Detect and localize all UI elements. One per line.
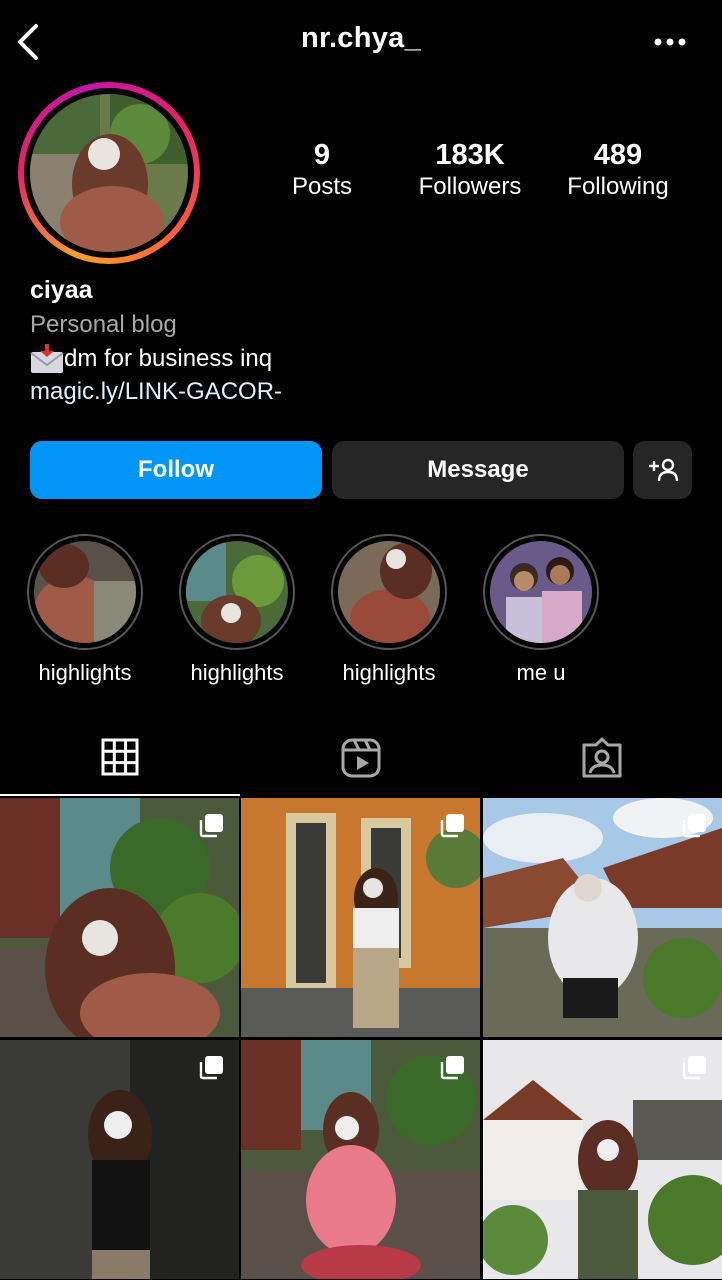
posts-count: 9 — [313, 139, 331, 171]
avatar — [30, 94, 188, 252]
highlight-label: me u — [516, 660, 566, 685]
posts-label: Posts — [291, 173, 353, 200]
more-options-button[interactable] — [648, 30, 692, 54]
highlight-item[interactable]: highlights — [329, 534, 449, 686]
post-thumbnail[interactable] — [241, 1040, 480, 1279]
following-count: 489 — [593, 139, 643, 171]
more-icon — [654, 38, 686, 46]
bio-text: dm for business inq — [64, 345, 273, 372]
highlight-item[interactable]: me u — [481, 534, 601, 686]
avatar-story-ring[interactable] — [18, 82, 200, 264]
followers-label: Followers — [418, 173, 522, 200]
post-thumbnail[interactable] — [241, 798, 480, 1037]
posts-stat[interactable]: 9 Posts — [247, 138, 397, 202]
highlight-item[interactable]: highlights — [177, 534, 297, 686]
follow-button[interactable]: Follow — [30, 441, 322, 499]
post-thumbnail[interactable] — [483, 1040, 722, 1279]
multiple-photos-icon — [440, 814, 464, 838]
post-thumbnail[interactable] — [0, 798, 239, 1037]
highlight-cover — [186, 541, 288, 643]
multiple-photos-icon — [682, 814, 706, 838]
grid-icon — [101, 738, 139, 776]
tagged-icon — [582, 737, 622, 778]
highlight-cover — [338, 541, 440, 643]
multiple-photos-icon — [199, 814, 223, 838]
multiple-photos-icon — [682, 1056, 706, 1080]
highlight-label: highlights — [342, 660, 436, 685]
profile-bio: dm for business inq — [30, 344, 272, 374]
tab-posts-grid[interactable] — [0, 720, 240, 796]
followers-stat[interactable]: 183K Followers — [395, 138, 545, 202]
multiple-photos-icon — [199, 1056, 223, 1080]
post-thumbnail[interactable] — [0, 1040, 239, 1279]
highlight-label: highlights — [38, 660, 132, 685]
following-stat[interactable]: 489 Following — [543, 138, 693, 202]
add-person-icon — [648, 458, 678, 482]
multiple-photos-icon — [440, 1056, 464, 1080]
top-bar: nr.chya_ — [0, 0, 722, 84]
highlight-label: highlights — [190, 660, 284, 685]
highlight-item[interactable]: highlights — [25, 534, 145, 686]
reels-icon — [341, 738, 381, 778]
suggested-accounts-button[interactable] — [633, 441, 692, 499]
profile-tabs — [0, 720, 722, 796]
highlight-cover — [34, 541, 136, 643]
profile-username: nr.chya_ — [300, 22, 422, 54]
profile-name: ciyaa — [30, 276, 93, 304]
envelope-icon — [30, 344, 64, 373]
tab-tagged[interactable] — [482, 720, 722, 796]
followers-count: 183K — [435, 139, 505, 171]
highlight-cover — [490, 541, 592, 643]
message-button[interactable]: Message — [332, 441, 624, 499]
profile-link[interactable]: magic.ly/LINK-GACOR- — [30, 378, 282, 406]
post-thumbnail[interactable] — [483, 798, 722, 1037]
tab-reels[interactable] — [241, 720, 481, 796]
profile-category: Personal blog — [30, 311, 177, 338]
following-label: Following — [567, 173, 669, 200]
